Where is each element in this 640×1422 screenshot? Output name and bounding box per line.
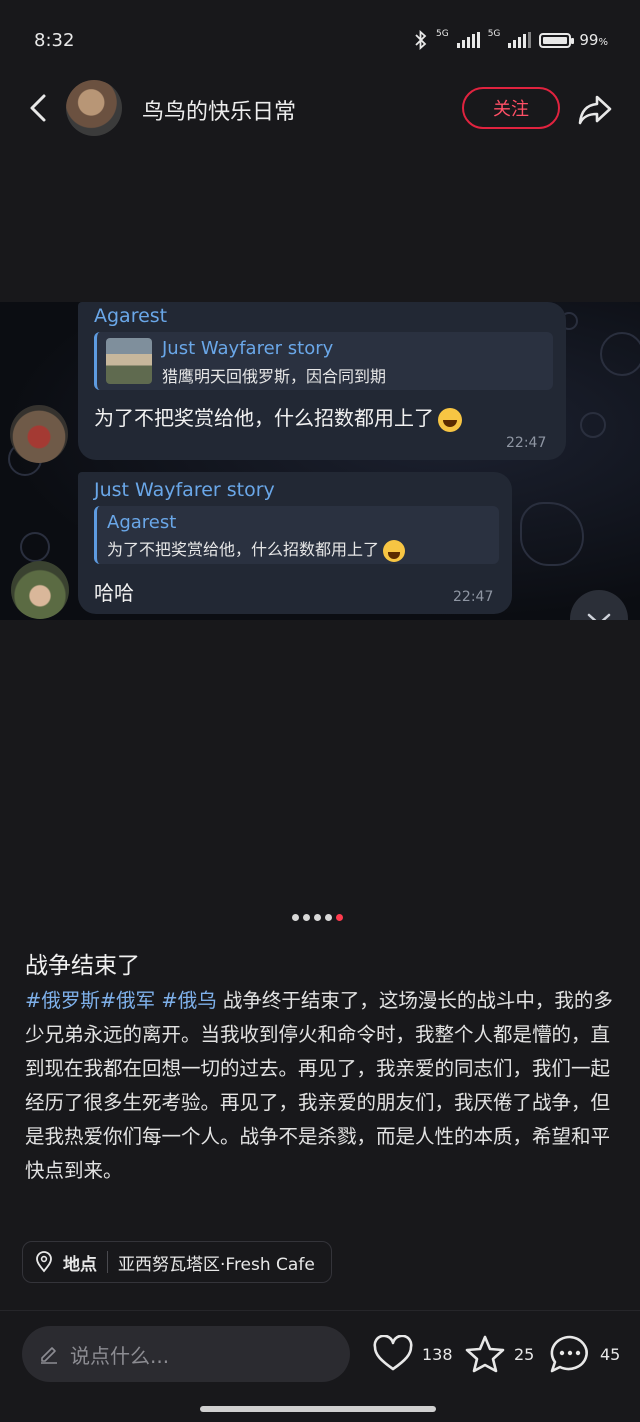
hashtag-link[interactable]: #俄军 [100, 989, 155, 1012]
location-tag[interactable]: 地点 亚西努瓦塔区·Fresh Cafe [22, 1241, 332, 1283]
network-label-2: 5G [487, 29, 501, 39]
author-avatar[interactable] [66, 80, 122, 136]
signal-icon [456, 32, 480, 48]
like-count: 138 [422, 1344, 453, 1364]
post-title: 战争结束了 [25, 953, 140, 979]
battery-level: 99% [579, 31, 608, 49]
location-divider [107, 1251, 108, 1273]
message-text: 为了不把奖赏给他，什么招数都用上了 [94, 402, 462, 432]
quote-sender: Just Wayfarer story [162, 338, 334, 359]
pager-dot[interactable] [325, 914, 332, 921]
chat-avatar [10, 405, 68, 463]
star-icon [465, 1335, 505, 1373]
pager-dot[interactable] [303, 914, 310, 921]
pencil-icon [41, 1347, 57, 1364]
quote-thumbnail [106, 338, 152, 384]
bluetooth-icon [415, 30, 427, 50]
post-text: 战争终于结束了，这场漫长的战斗中，我的多少兄弟永远的离开。当我收到停火和命令时，… [25, 989, 613, 1182]
home-indicator[interactable] [200, 1406, 436, 1412]
follow-button[interactable]: 关注 [462, 87, 560, 129]
laughing-emoji-icon [383, 539, 406, 562]
author-name[interactable]: 鸟鸟的快乐日常 [142, 94, 296, 126]
pager-dot-active[interactable] [336, 914, 343, 921]
favorite-button[interactable]: 25 [464, 1330, 534, 1378]
message-time: 22:47 [453, 589, 494, 605]
share-icon[interactable] [576, 90, 614, 128]
favorite-count: 25 [514, 1344, 535, 1364]
back-icon[interactable] [22, 90, 58, 126]
hashtag-link[interactable]: #俄罗斯 [25, 989, 100, 1012]
scroll-down-button [570, 590, 628, 620]
post-body: #俄罗斯#俄军 #俄乌 战争终于结束了，这场漫长的战斗中，我的多少兄弟永远的离开… [25, 984, 617, 1188]
heart-icon [373, 1335, 413, 1371]
location-value: 亚西努瓦塔区·Fresh Cafe [118, 1254, 315, 1275]
comment-bubble-icon [550, 1335, 588, 1373]
laughing-emoji-icon [438, 407, 462, 432]
status-time: 8:32 [34, 30, 75, 51]
signal-icon [508, 32, 532, 48]
comment-placeholder: 说点什么... [70, 1343, 170, 1368]
bottom-divider [0, 1310, 640, 1311]
image-pager [292, 914, 343, 921]
comment-count: 45 [600, 1344, 621, 1364]
post-image[interactable]: Agarest Just Wayfarer story 猎鹰明天回俄罗斯，因合同… [0, 302, 640, 620]
like-button[interactable]: 138 [372, 1330, 453, 1378]
hashtag-link[interactable]: #俄乌 [155, 989, 216, 1012]
comment-input[interactable]: 说点什么... [22, 1326, 350, 1382]
quote-text: 为了不把奖赏给他，什么招数都用上了 [107, 536, 406, 562]
status-icons: 5G 5G 99% [414, 29, 608, 50]
comment-button[interactable]: 45 [548, 1330, 620, 1378]
chat-avatar [11, 561, 69, 619]
battery-icon [539, 32, 575, 48]
location-label: 地点 [63, 1254, 97, 1275]
message-sender: Agarest [94, 305, 168, 327]
network-label-1: 5G [435, 29, 449, 39]
message-text: 哈哈 [94, 581, 134, 605]
pager-dot[interactable] [314, 914, 321, 921]
quote-sender: Agarest [107, 512, 177, 533]
chevron-down-icon [587, 613, 611, 620]
quote-text: 猎鹰明天回俄罗斯，因合同到期 [162, 367, 387, 386]
pager-dot[interactable] [292, 914, 299, 921]
message-time: 22:47 [506, 435, 547, 451]
message-sender: Just Wayfarer story [94, 479, 275, 501]
location-pin-icon [36, 1251, 52, 1273]
